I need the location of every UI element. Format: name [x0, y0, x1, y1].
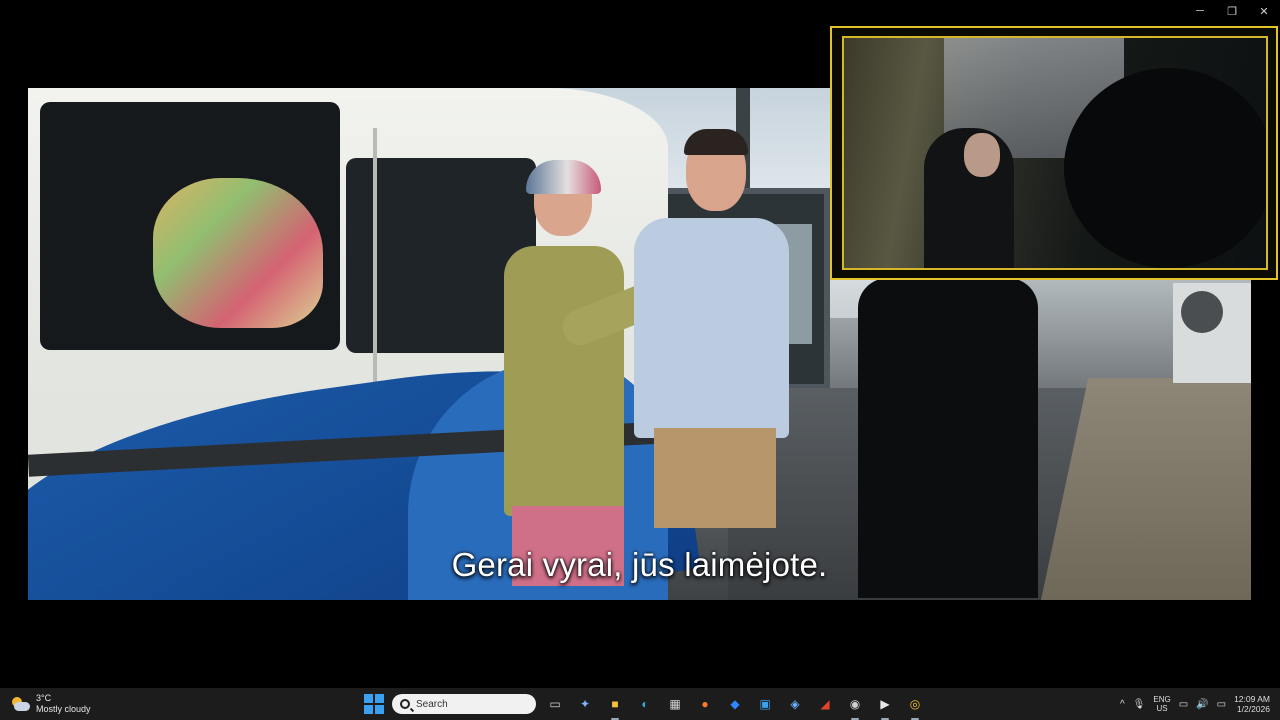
video-subtitle: Gerai vyrai, jūs laimėjote. [451, 546, 828, 583]
app-record-icon[interactable]: ◉ [844, 693, 866, 720]
taskbar-center: Search ▭ ✦ ■ ◐ ▦ ● ◆ ▣ ◈ ◢ ◉ ▶ ◎ [364, 688, 926, 720]
app-blue-icon[interactable]: ▣ [754, 693, 776, 715]
copilot-icon[interactable]: ✦ [574, 693, 596, 715]
dropbox-icon[interactable]: ◆ [724, 693, 746, 715]
start-button[interactable] [364, 694, 384, 714]
pip-overlay[interactable] [830, 26, 1278, 280]
search-box[interactable]: Search [392, 694, 536, 714]
video-scene-ac-unit [1173, 283, 1251, 383]
window-controls: ─ ❐ ✕ [1184, 0, 1280, 22]
chevron-up-icon[interactable]: ^ [1120, 699, 1125, 710]
microphone-icon[interactable]: 🎙 [1133, 699, 1146, 710]
weather-widget[interactable]: 3°C Mostly cloudy [10, 688, 91, 720]
battery-icon[interactable]: ▭ [1217, 699, 1226, 710]
search-placeholder: Search [416, 698, 448, 710]
edge-icon[interactable]: ◐ [634, 693, 656, 715]
firefox-icon[interactable]: ● [694, 693, 716, 715]
system-tray: ^ 🎙 ENG US ▭ 🔊 ▭ 12:09 AM 1/2/2026 [1120, 688, 1270, 720]
close-button[interactable]: ✕ [1248, 0, 1280, 22]
volume-icon[interactable]: 🔊 [1196, 699, 1208, 710]
video-person-bearded [634, 129, 804, 600]
clock-date: 1/2/2026 [1236, 704, 1270, 714]
weather-condition: Mostly cloudy [36, 704, 91, 714]
pip-video [842, 36, 1268, 270]
file-explorer-icon[interactable]: ■ [604, 693, 626, 720]
task-view-icon[interactable]: ▭ [544, 693, 566, 715]
store-icon[interactable]: ▦ [664, 693, 686, 715]
language-indicator[interactable]: ENG US [1153, 695, 1170, 713]
language-region: US [1156, 704, 1168, 713]
search-icon [400, 699, 410, 709]
clock-time: 12:09 AM [1234, 694, 1270, 704]
restore-button[interactable]: ❐ [1216, 0, 1248, 22]
display-icon[interactable]: ▭ [1179, 699, 1188, 710]
taskbar: 3°C Mostly cloudy Search ▭ ✦ ■ ◐ ▦ ● ◆ ▣… [0, 688, 1280, 720]
chrome-icon[interactable]: ◎ [904, 693, 926, 720]
minimize-button[interactable]: ─ [1184, 0, 1216, 22]
app-dark-icon[interactable]: ◢ [814, 693, 836, 715]
partly-cloudy-icon [10, 697, 30, 711]
app-outline-icon[interactable]: ◈ [784, 693, 806, 715]
media-player-icon[interactable]: ▶ [874, 693, 896, 720]
clock[interactable]: 12:09 AM 1/2/2026 [1234, 694, 1270, 714]
weather-temp: 3°C [36, 693, 52, 703]
language-code: ENG [1153, 695, 1171, 704]
